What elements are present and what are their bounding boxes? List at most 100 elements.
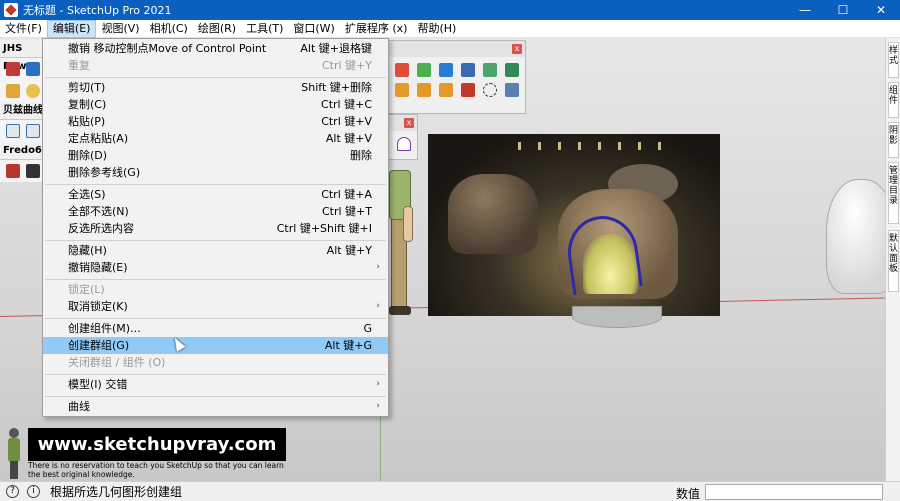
measurements-label: 数值 [676, 487, 701, 501]
move-cross-icon[interactable] [417, 63, 431, 77]
menu-item-label: 重复 [68, 59, 90, 72]
menu-camera[interactable]: 相机(C) [145, 20, 193, 38]
warning-tool-icon[interactable] [6, 84, 20, 98]
menu-item-close-group[interactable]: 关闭群组 / 组件 (O) [43, 354, 388, 371]
menu-item-label: 剪切(T) [68, 81, 106, 94]
menu-help[interactable]: 帮助(H) [412, 20, 461, 38]
jhs-tool-icon[interactable] [26, 84, 40, 98]
menu-item-label: 定点粘贴(A) [68, 132, 129, 145]
floating-toolbar-small-row [389, 131, 417, 154]
fredo-tool-icon[interactable] [6, 164, 20, 178]
grid-icon[interactable] [461, 63, 475, 77]
menu-item-redo[interactable]: 重复 Ctrl 键+Y [43, 57, 388, 74]
menu-item-curves[interactable]: 曲线 › [43, 398, 388, 415]
cone-icon[interactable] [483, 63, 497, 77]
menu-item-intersect[interactable]: 模型(I) 交错 › [43, 376, 388, 393]
menu-item-shortcut: Ctrl 键+V [321, 115, 372, 128]
menu-item-undo[interactable]: 撤销 移动控制点Move of Control Point Alt 键+退格键 [43, 40, 388, 57]
tray-tab-shadows[interactable]: 阴影 [888, 122, 899, 158]
jhs-tool-icon[interactable] [26, 62, 40, 76]
right-tray: 样式 组件 阴影 管理目录 默认面板 [885, 38, 900, 481]
menu-item-delete[interactable]: 删除(D) 删除 [43, 147, 388, 164]
tray-tab-default-panel[interactable]: 默认面板 [888, 230, 899, 292]
tile-icon[interactable] [395, 83, 409, 97]
menu-item-unlock[interactable]: 取消锁定(K) › [43, 298, 388, 315]
tray-tab-styles[interactable]: 样式 [888, 42, 899, 78]
menu-window[interactable]: 窗口(W) [288, 20, 339, 38]
move-cross-icon[interactable] [395, 63, 409, 77]
stone-seat-back [448, 174, 538, 254]
close-icon[interactable]: x [404, 118, 414, 128]
menu-item-label: 隐藏(H) [68, 244, 107, 257]
close-icon[interactable]: ✕ [862, 0, 900, 20]
menu-item-hide[interactable]: 隐藏(H) Alt 键+Y [43, 242, 388, 259]
scatter-arrows-icon[interactable] [461, 83, 475, 97]
menu-item-select-all[interactable]: 全选(S) Ctrl 键+A [43, 186, 388, 203]
menu-separator [45, 374, 386, 375]
left-toolbars: JHS Pow 贝兹曲线 Fredo6_ [0, 40, 47, 208]
floating-toolbar-small: x [388, 114, 418, 160]
polyline-icon[interactable] [26, 124, 40, 138]
menu-separator [45, 184, 386, 185]
info-icon[interactable]: i [27, 485, 40, 498]
menu-item-delete-guides[interactable]: 删除参考线(G) [43, 164, 388, 181]
menu-item-label: 撤销 移动控制点Move of Control Point [68, 42, 267, 55]
photo-texture-plane[interactable] [428, 134, 720, 316]
curve-shape-icon[interactable] [397, 137, 411, 151]
jhs-toolbar-title: JHS Pow [0, 40, 44, 72]
fredo-tool-icon[interactable] [26, 164, 40, 178]
dashed-circle-icon[interactable] [483, 83, 497, 97]
menu-item-cut[interactable]: 剪切(T) Shift 键+删除 [43, 79, 388, 96]
menu-tools[interactable]: 工具(T) [241, 20, 288, 38]
bezier-toolbar-title: 贝兹曲线 [0, 102, 44, 120]
menu-item-shortcut: Ctrl 键+Y [321, 59, 372, 72]
menu-edit[interactable]: 编辑(E) [46, 19, 97, 38]
menu-item-label: 锁定(L) [68, 283, 105, 296]
menu-item-make-group[interactable]: 创建群组(G) Alt 键+G [43, 337, 388, 354]
title-bar: 无标题 - SketchUp Pro 2021 — ☐ ✕ [0, 0, 900, 20]
geolocation-icon[interactable]: ? [6, 485, 19, 498]
menu-draw[interactable]: 绘图(R) [193, 20, 241, 38]
menu-item-paste[interactable]: 粘贴(P) Ctrl 键+V [43, 113, 388, 130]
floating-toolbar-row-2 [389, 77, 525, 97]
menu-view[interactable]: 视图(V) [96, 20, 144, 38]
menu-bar: 文件(F) 编辑(E) 视图(V) 相机(C) 绘图(R) 工具(T) 窗口(W… [0, 19, 900, 38]
menu-item-label: 撤销隐藏(E) [68, 261, 128, 274]
figure-arm [403, 206, 413, 242]
menu-item-paste-in-place[interactable]: 定点粘贴(A) Alt 键+V [43, 130, 388, 147]
floating-toolbar-small-header[interactable]: x [389, 115, 417, 131]
measurements-input[interactable] [705, 484, 883, 500]
menu-item-label: 关闭群组 / 组件 (O) [68, 356, 166, 369]
menu-item-unhide[interactable]: 撤销隐藏(E) › [43, 259, 388, 276]
menu-item-label: 粘贴(P) [68, 115, 106, 128]
menu-item-shortcut: Ctrl 键+C [321, 98, 372, 111]
menu-extensions[interactable]: 扩展程序 (x) [340, 20, 413, 38]
tray-tab-manage[interactable]: 管理目录 [888, 162, 899, 224]
menu-item-select-none[interactable]: 全部不选(N) Ctrl 键+T [43, 203, 388, 220]
array-icon[interactable] [505, 83, 519, 97]
bezier-curve-icon[interactable] [6, 124, 20, 138]
jhs-tool-icon[interactable] [6, 62, 20, 76]
stack-icon[interactable] [505, 63, 519, 77]
floating-toolbar-header[interactable]: x [389, 41, 525, 57]
menu-item-label: 反选所选内容 [68, 222, 134, 235]
menu-item-make-component[interactable]: 创建组件(M)... G [43, 320, 388, 337]
menu-separator [45, 240, 386, 241]
maximize-icon[interactable]: ☐ [824, 0, 862, 20]
menu-item-copy[interactable]: 复制(C) Ctrl 键+C [43, 96, 388, 113]
background-lights [518, 142, 668, 150]
projected-shadow [572, 306, 662, 328]
scatter-icon[interactable] [439, 63, 453, 77]
white-3d-object[interactable] [826, 179, 885, 294]
menu-item-lock[interactable]: 锁定(L) [43, 281, 388, 298]
menu-separator [45, 396, 386, 397]
close-icon[interactable]: x [512, 44, 522, 54]
tray-tab-components[interactable]: 组件 [888, 82, 899, 118]
menu-item-invert-selection[interactable]: 反选所选内容 Ctrl 键+Shift 键+I [43, 220, 388, 237]
tile-grid-icon[interactable] [417, 83, 431, 97]
floating-toolbar-row-1 [389, 57, 525, 77]
tile-fill-icon[interactable] [439, 83, 453, 97]
minimize-icon[interactable]: — [786, 0, 824, 20]
menu-file[interactable]: 文件(F) [0, 20, 47, 38]
menu-item-label: 曲线 [68, 400, 90, 413]
